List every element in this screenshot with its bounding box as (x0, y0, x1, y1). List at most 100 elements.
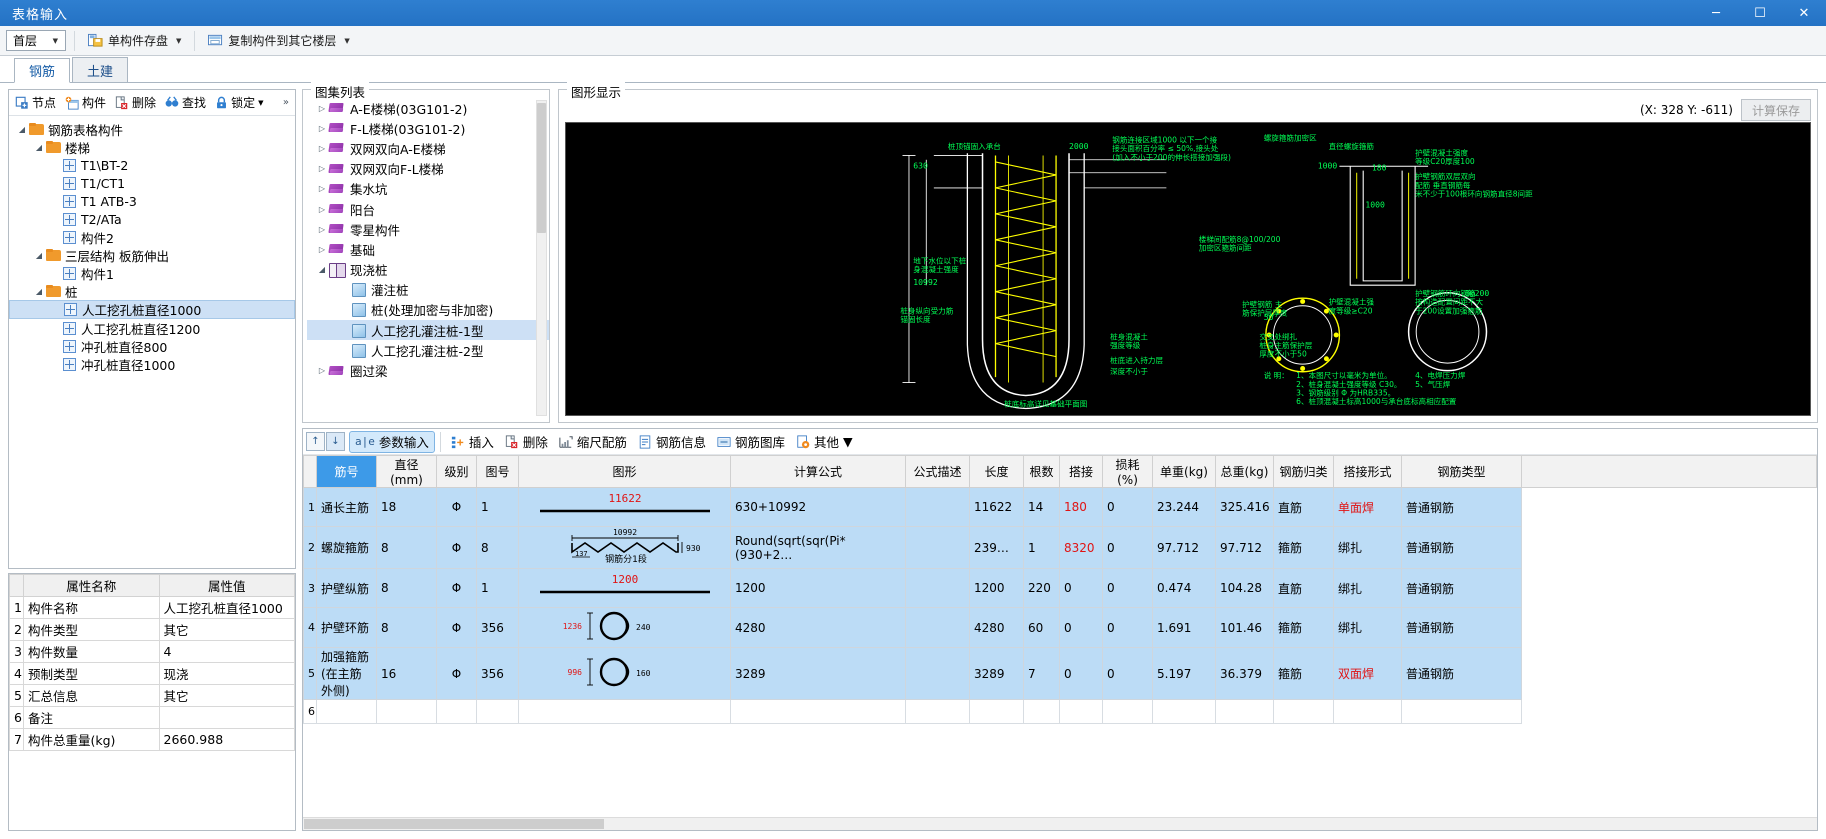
horizontal-scrollbar-thumb[interactable] (304, 819, 604, 829)
rebar-cell-rebar-type[interactable]: 普通钢筋 (1401, 526, 1522, 569)
find-button[interactable]: 查找 (161, 92, 210, 113)
rebar-cell-formula-desc[interactable] (905, 647, 970, 700)
grid-header-cell[interactable]: 长度 (969, 455, 1024, 488)
rebar-cell-count[interactable]: 14 (1023, 487, 1060, 527)
rebar-cell-formula-desc[interactable] (905, 568, 970, 608)
rebar-cell-count[interactable]: 7 (1023, 647, 1060, 700)
grid-header-cell[interactable]: 图形 (518, 455, 731, 488)
floor-select[interactable]: 首层 ▼ (6, 30, 66, 51)
rebar-info-button[interactable]: 钢筋信息 (633, 431, 711, 453)
rebar-cell-unit-weight[interactable] (1152, 699, 1216, 724)
atlas-expand-toggle[interactable]: ▷ (315, 245, 329, 254)
atlas-item[interactable]: ▷ 基础 (307, 239, 549, 259)
grid-header-cell[interactable]: 直径(mm) (376, 455, 437, 488)
rebar-cell-loss[interactable]: 0 (1102, 647, 1153, 700)
rebar-row[interactable]: 4 护壁环筋 8 Φ 356 1236 240 4280 4280 60 0 0 1.691 101.46… (303, 607, 1817, 648)
add-node-button[interactable]: 节点 (11, 92, 60, 113)
rebar-cell-loss[interactable]: 0 (1102, 607, 1153, 648)
delete-button[interactable]: 删除 (111, 92, 160, 113)
tree-item[interactable]: T1 ATB-3 (9, 192, 295, 210)
rebar-cell-category[interactable]: 箍筋 (1273, 526, 1334, 569)
rebar-row[interactable]: 5 加强箍筋(在主筋外侧) 16 Φ 356 996 160 3289 3289 7 0 0 5.197… (303, 647, 1817, 700)
rebar-cell-rebar-type[interactable] (1401, 699, 1522, 724)
rebar-cell-rebar-type[interactable]: 普通钢筋 (1401, 647, 1522, 700)
rebar-cell-total-weight[interactable]: 325.416 (1215, 487, 1274, 527)
tab-civil[interactable]: 土建 (72, 57, 129, 82)
rebar-cell-total-weight[interactable]: 104.28 (1215, 568, 1274, 608)
rebar-cell-grade[interactable]: Φ (436, 568, 477, 608)
rebar-cell-name[interactable]: 螺旋箍筋 (316, 526, 377, 569)
property-row[interactable]: 5 汇总信息 其它 (9, 684, 295, 707)
property-row[interactable]: 4 预制类型 现浇 (9, 662, 295, 685)
rebar-cell-count[interactable]: 60 (1023, 607, 1060, 648)
rebar-cell-formula[interactable]: 1200 (730, 568, 906, 608)
tree-expand-toggle[interactable]: ◢ (32, 251, 46, 260)
atlas-item[interactable]: ▷ F-L楼梯(03G101-2) (307, 118, 549, 138)
rebar-cell-figure-no[interactable] (476, 699, 519, 724)
rebar-shape-cell[interactable]: 11622 (518, 487, 731, 527)
atlas-item[interactable]: ▷ A-E楼梯(03G101-2) (307, 98, 549, 118)
lock-button[interactable]: 锁定 ▼ (211, 92, 267, 113)
rebar-cell-unit-weight[interactable]: 0.474 (1152, 568, 1216, 608)
rebar-cell-category[interactable]: 箍筋 (1273, 607, 1334, 648)
property-value[interactable]: 4 (158, 640, 295, 663)
rebar-grid-wrapper[interactable]: 筋号 直径(mm) 级别 图号 图形 计算公式 公式描述 长度 根数 搭接 损耗(%) 单重(kg) 总… (303, 455, 1817, 817)
rebar-cell-formula-desc[interactable] (905, 607, 970, 648)
atlas-expand-toggle[interactable]: ◢ (315, 265, 329, 274)
rebar-cell-unit-weight[interactable]: 1.691 (1152, 607, 1216, 648)
property-value[interactable]: 人工挖孔桩直径1000 (158, 596, 295, 619)
rebar-cell-formula[interactable] (730, 699, 906, 724)
rebar-cell-unit-weight[interactable]: 23.244 (1152, 487, 1216, 527)
atlas-item[interactable]: ▷ 零星构件 (307, 219, 549, 239)
rebar-cell-loss[interactable]: 0 (1102, 526, 1153, 569)
grid-header-cell[interactable]: 搭接 (1059, 455, 1103, 488)
atlas-scrollbar-thumb[interactable] (537, 103, 546, 233)
rebar-cell-formula[interactable]: 3289 (730, 647, 906, 700)
grid-header-cell[interactable]: 搭接形式 (1333, 455, 1402, 488)
rebar-cell-rebar-type[interactable]: 普通钢筋 (1401, 487, 1522, 527)
rebar-cell-lap[interactable] (1059, 699, 1103, 724)
rebar-cell-name[interactable]: 通长主筋 (316, 487, 377, 527)
tree-item[interactable]: T1/CT1 (9, 174, 295, 192)
grid-header-cell[interactable]: 级别 (436, 455, 477, 488)
atlas-expand-toggle[interactable]: ▷ (315, 366, 329, 375)
atlas-tree[interactable]: ▷ A-E楼梯(03G101-2) ▷ F-L楼梯(03G101-2) ▷ 双网双向A-E… (303, 90, 549, 422)
param-input-button[interactable]: a|e 参数输入 (349, 430, 435, 453)
rebar-cell-length[interactable]: 11622 (969, 487, 1024, 527)
rebar-cell-figure-no[interactable]: 356 (476, 647, 519, 700)
rebar-cell-grade[interactable]: Φ (436, 647, 477, 700)
grid-header-cell[interactable]: 公式描述 (905, 455, 970, 488)
rebar-cell-figure-no[interactable]: 1 (476, 487, 519, 527)
atlas-expand-toggle[interactable]: ▷ (315, 205, 329, 214)
rebar-cell-category[interactable]: 直筋 (1273, 487, 1334, 527)
rebar-cell-count[interactable] (1023, 699, 1060, 724)
rebar-cell-lap-form[interactable]: 单面焊 (1333, 487, 1402, 527)
atlas-item[interactable]: 人工挖孔灌注桩-1型 (307, 320, 549, 341)
rebar-cell-lap[interactable]: 8320 (1059, 526, 1103, 569)
grid-header-cell[interactable]: 计算公式 (730, 455, 906, 488)
rebar-cell-formula[interactable]: 4280 (730, 607, 906, 648)
atlas-item[interactable]: 人工挖孔灌注桩-2型 (307, 340, 549, 360)
minimize-button[interactable]: ─ (1694, 0, 1738, 26)
rebar-cell-grade[interactable]: Φ (436, 487, 477, 527)
rebar-cell-total-weight[interactable]: 101.46 (1215, 607, 1274, 648)
rebar-cell-diameter[interactable]: 8 (376, 526, 437, 569)
atlas-item[interactable]: ▷ 双网双向A-E楼梯 (307, 138, 549, 158)
rebar-cell-formula-desc[interactable] (905, 526, 970, 569)
rebar-cell-formula-desc[interactable] (905, 487, 970, 527)
tree-item[interactable]: 构件1 (9, 264, 295, 282)
rebar-cell-rebar-type[interactable]: 普通钢筋 (1401, 607, 1522, 648)
grid-header-cell[interactable]: 单重(kg) (1152, 455, 1216, 488)
rebar-cell-lap[interactable]: 0 (1059, 647, 1103, 700)
atlas-expand-toggle[interactable]: ▷ (315, 144, 329, 153)
tree-item[interactable]: T1\BT-2 (9, 156, 295, 174)
property-row[interactable]: 3 构件数量 4 (9, 640, 295, 663)
tree-item[interactable]: ◢ 楼梯 (9, 138, 295, 156)
save-component-button[interactable]: 单构件存盘 ▼ (83, 29, 186, 53)
rebar-cell-lap-form[interactable]: 绑扎 (1333, 607, 1402, 648)
rebar-cell-name[interactable] (316, 699, 377, 724)
grid-header-cell[interactable]: 钢筋归类 (1273, 455, 1334, 488)
rebar-cell-total-weight[interactable]: 97.712 (1215, 526, 1274, 569)
delete-row-button[interactable]: 删除 (500, 431, 553, 453)
rebar-cell-lap-form[interactable]: 绑扎 (1333, 526, 1402, 569)
